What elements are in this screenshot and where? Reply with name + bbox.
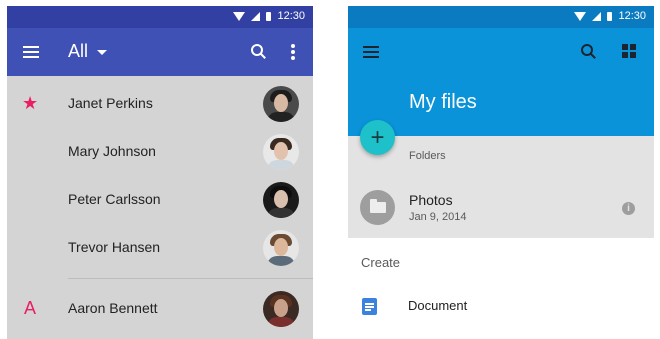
avatar (263, 134, 299, 170)
filter-dropdown-label[interactable]: All (68, 41, 88, 62)
contact-row[interactable]: Peter Carlsson (7, 176, 313, 224)
chevron-down-icon[interactable] (97, 50, 107, 55)
files-screen: 12:30 My files + Folders Photos Jan 9, 2… (348, 6, 654, 339)
avatar (263, 86, 299, 122)
avatar (263, 230, 299, 266)
document-icon (362, 298, 377, 315)
create-document-item[interactable]: Document (408, 298, 467, 313)
contacts-screen: 12:30 All ★ Janet Perkins Mary Johnson P… (7, 6, 313, 339)
create-sheet: Create Document (348, 238, 654, 339)
contact-row[interactable]: Trevor Hansen (7, 224, 313, 272)
index-letter: A (24, 298, 37, 318)
battery-icon (266, 11, 272, 21)
search-icon[interactable] (251, 44, 263, 56)
folder-icon (360, 190, 395, 225)
wifi-icon (574, 11, 587, 21)
folder-item[interactable]: Photos Jan 9, 2014 i (348, 178, 654, 238)
list-divider (68, 278, 313, 279)
contact-row[interactable]: A Aaron Bennett (7, 285, 313, 333)
star-icon: ★ (22, 93, 39, 113)
grid-view-icon[interactable] (622, 44, 637, 59)
contact-name: Mary Johnson (68, 143, 156, 159)
sheet-title: Create (361, 255, 401, 270)
contact-row[interactable]: ★ Janet Perkins (7, 80, 313, 128)
status-bar: 12:30 (7, 6, 313, 28)
status-bar: 12:30 (348, 6, 654, 28)
avatar (263, 182, 299, 218)
folder-date: Jan 9, 2014 (409, 211, 467, 223)
more-vert-icon[interactable] (291, 44, 295, 60)
contact-name: Peter Carlsson (68, 191, 161, 207)
battery-icon (607, 11, 613, 21)
page-title: My files (409, 91, 477, 113)
contact-name: Janet Perkins (68, 95, 153, 111)
contact-name: Trevor Hansen (68, 239, 161, 255)
contact-name: Aaron Bennett (68, 300, 158, 316)
info-icon[interactable]: i (622, 202, 635, 215)
plus-icon: + (370, 124, 385, 151)
section-header: Folders (409, 150, 446, 162)
add-button[interactable]: + (360, 120, 395, 155)
menu-icon[interactable] (363, 46, 379, 58)
wifi-icon (233, 11, 246, 21)
signal-icon (592, 11, 602, 21)
menu-icon[interactable] (23, 46, 39, 58)
toolbar: All (7, 28, 313, 76)
search-icon[interactable] (581, 44, 593, 56)
contact-row[interactable]: Mary Johnson (7, 128, 313, 176)
avatar (263, 291, 299, 327)
status-time: 12:30 (618, 10, 646, 22)
status-time: 12:30 (277, 10, 305, 22)
signal-icon (251, 11, 261, 21)
folder-name: Photos (409, 192, 453, 208)
